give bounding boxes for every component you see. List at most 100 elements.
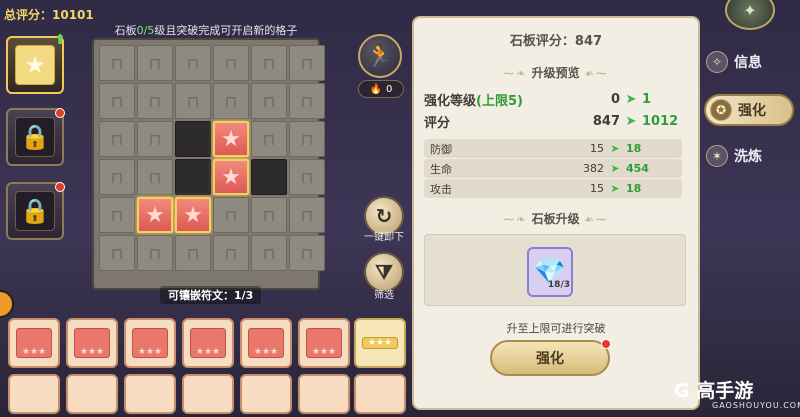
flourish-left: ⁓❧ bbox=[503, 67, 528, 80]
rune-tile[interactable]: ★★★ bbox=[240, 318, 292, 368]
lock-icon: ⊓ bbox=[110, 91, 124, 111]
rune-cell-locked[interactable]: ⊓ bbox=[289, 235, 325, 271]
slot-button-locked-1[interactable]: 🔒 bbox=[6, 108, 65, 166]
rune-tile[interactable]: ★★★ bbox=[8, 318, 60, 368]
stat-to: 454 bbox=[626, 162, 649, 175]
fire-count-value: 0 bbox=[386, 83, 393, 95]
rune-cell-locked[interactable]: ⊓ bbox=[213, 83, 249, 119]
filter-label: 筛选 bbox=[374, 290, 394, 301]
rune-cell-locked[interactable]: ⊓ bbox=[99, 45, 135, 81]
runner-icon: 🏃 bbox=[366, 43, 394, 69]
slot-button-locked-2[interactable]: 🔒 bbox=[6, 182, 65, 240]
arrow-right-icon: ➤ bbox=[625, 91, 637, 107]
rune-tile[interactable] bbox=[182, 374, 234, 414]
rune-tile[interactable]: ★★★ bbox=[66, 318, 118, 368]
rune-cell-locked[interactable]: ⊓ bbox=[251, 235, 287, 271]
preview-heading-text: 升级预览 bbox=[531, 66, 580, 80]
score-to: 1012 bbox=[642, 113, 679, 129]
lock-icon: ⊓ bbox=[148, 91, 162, 111]
star-icon: ★ bbox=[221, 126, 241, 152]
rune-cell-locked[interactable]: ⊓ bbox=[213, 45, 249, 81]
panel-title: 石板评分：847 bbox=[509, 34, 603, 49]
level-limit: (上限5) bbox=[476, 93, 523, 109]
rune-cell-locked[interactable]: ⊓ bbox=[251, 83, 287, 119]
total-score: 总评分：10101 bbox=[4, 8, 94, 22]
rune-cell-star[interactable]: ★ bbox=[137, 197, 173, 233]
rune-cell-locked[interactable]: ⊓ bbox=[289, 197, 325, 233]
lock-icon: ⊓ bbox=[224, 205, 238, 225]
rune-cell-locked[interactable]: ⊓ bbox=[137, 159, 173, 195]
rune-cell-empty[interactable] bbox=[175, 159, 211, 195]
strengthen-button[interactable]: 强化 bbox=[490, 339, 611, 376]
lock-icon: ⊓ bbox=[148, 243, 162, 263]
preview-heading: ⁓❧ 升级预览 ☙⁓ bbox=[412, 64, 700, 81]
tab-info[interactable]: ✧ 信息 bbox=[706, 46, 786, 78]
rune-cell-locked[interactable]: ⊓ bbox=[251, 121, 287, 157]
rune-tile[interactable] bbox=[240, 374, 292, 414]
lock-icon: ⊓ bbox=[300, 243, 314, 263]
upgrade-heading: ⁓❧ 石板升级 ☙⁓ bbox=[412, 210, 700, 227]
rune-cell-locked[interactable]: ⊓ bbox=[99, 197, 135, 233]
notification-dot bbox=[601, 339, 611, 349]
score-row: 评分 847 ➤ 1012 bbox=[424, 110, 692, 132]
lock-icon: ⊓ bbox=[186, 53, 200, 73]
rune-cell-locked[interactable]: ⊓ bbox=[175, 45, 211, 81]
rune-cell-empty[interactable] bbox=[175, 121, 211, 157]
rune-cell-star[interactable]: ★ bbox=[213, 159, 249, 195]
rune-cell-locked[interactable]: ⊓ bbox=[175, 235, 211, 271]
rune-tile[interactable] bbox=[124, 374, 176, 414]
rune-cell-locked[interactable]: ⊓ bbox=[289, 83, 325, 119]
rune-cell-locked[interactable]: ⊓ bbox=[289, 121, 325, 157]
rune-cell-locked[interactable]: ⊓ bbox=[99, 121, 135, 157]
unload-all-label: 一键卸下 bbox=[364, 232, 404, 243]
rune-cell-locked[interactable]: ⊓ bbox=[137, 45, 173, 81]
stat-label: 生命 bbox=[430, 162, 452, 176]
rune-tile[interactable] bbox=[8, 374, 60, 414]
sparkle-icon: ✶ bbox=[706, 145, 728, 167]
lock-icon: 🔒 bbox=[15, 117, 55, 157]
lock-icon: ⊓ bbox=[148, 167, 162, 187]
stat-from: 382 bbox=[583, 162, 604, 175]
rune-cell-locked[interactable]: ⊓ bbox=[99, 83, 135, 119]
board-title-prefix: 石板 bbox=[114, 24, 137, 37]
lock-icon: ⊓ bbox=[186, 91, 200, 111]
rune-cell-empty[interactable] bbox=[251, 159, 287, 195]
rune-shape-icon: ★★★ bbox=[190, 328, 226, 358]
tab-info-label: 信息 bbox=[734, 55, 762, 71]
stat-label: 防御 bbox=[430, 142, 452, 156]
lock-icon: ⊓ bbox=[300, 91, 314, 111]
rune-tile[interactable]: ★★★ bbox=[124, 318, 176, 368]
rune-cell-locked[interactable]: ⊓ bbox=[251, 45, 287, 81]
crystal-count: 18/3 bbox=[547, 280, 570, 290]
lock-icon: ⊓ bbox=[110, 205, 124, 225]
arrow-right-icon: ➤ bbox=[610, 142, 620, 155]
tab-strengthen[interactable]: ✪ 强化 bbox=[704, 94, 794, 126]
star-icon: ★ bbox=[183, 202, 203, 228]
rune-cell-locked[interactable]: ⊓ bbox=[137, 235, 173, 271]
rune-tile[interactable] bbox=[66, 374, 118, 414]
rune-shape-icon: ★★★ bbox=[16, 328, 52, 358]
lock-icon: ⊓ bbox=[262, 53, 276, 73]
rune-cell-star[interactable]: ★ bbox=[175, 197, 211, 233]
rune-tile[interactable]: ★★★ bbox=[182, 318, 234, 368]
rune-cell-locked[interactable]: ⊓ bbox=[137, 121, 173, 157]
score-from: 847 bbox=[592, 113, 620, 129]
rune-tile[interactable]: ★★★ bbox=[298, 318, 350, 368]
rune-cell-locked[interactable]: ⊓ bbox=[289, 45, 325, 81]
rune-cell-locked[interactable]: ⊓ bbox=[99, 235, 135, 271]
upgrade-heading-text: 石板升级 bbox=[531, 212, 580, 226]
rune-tile-gold[interactable]: ★★★ bbox=[354, 318, 406, 368]
rune-tile[interactable] bbox=[298, 374, 350, 414]
rune-cell-locked[interactable]: ⊓ bbox=[137, 83, 173, 119]
character-skill-button[interactable]: 🏃 bbox=[358, 34, 402, 78]
rune-cell-locked[interactable]: ⊓ bbox=[175, 83, 211, 119]
slot-button-star[interactable]: ★ ⬆ bbox=[6, 32, 66, 94]
rune-cell-locked[interactable]: ⊓ bbox=[213, 235, 249, 271]
rune-cell-locked[interactable]: ⊓ bbox=[213, 197, 249, 233]
rune-cell-locked[interactable]: ⊓ bbox=[251, 197, 287, 233]
rune-cell-star[interactable]: ★ bbox=[213, 121, 249, 157]
rune-cell-locked[interactable]: ⊓ bbox=[99, 159, 135, 195]
rune-cell-locked[interactable]: ⊓ bbox=[289, 159, 325, 195]
rune-tile[interactable] bbox=[354, 374, 406, 414]
tab-refine[interactable]: ✶ 洗炼 bbox=[706, 140, 786, 172]
